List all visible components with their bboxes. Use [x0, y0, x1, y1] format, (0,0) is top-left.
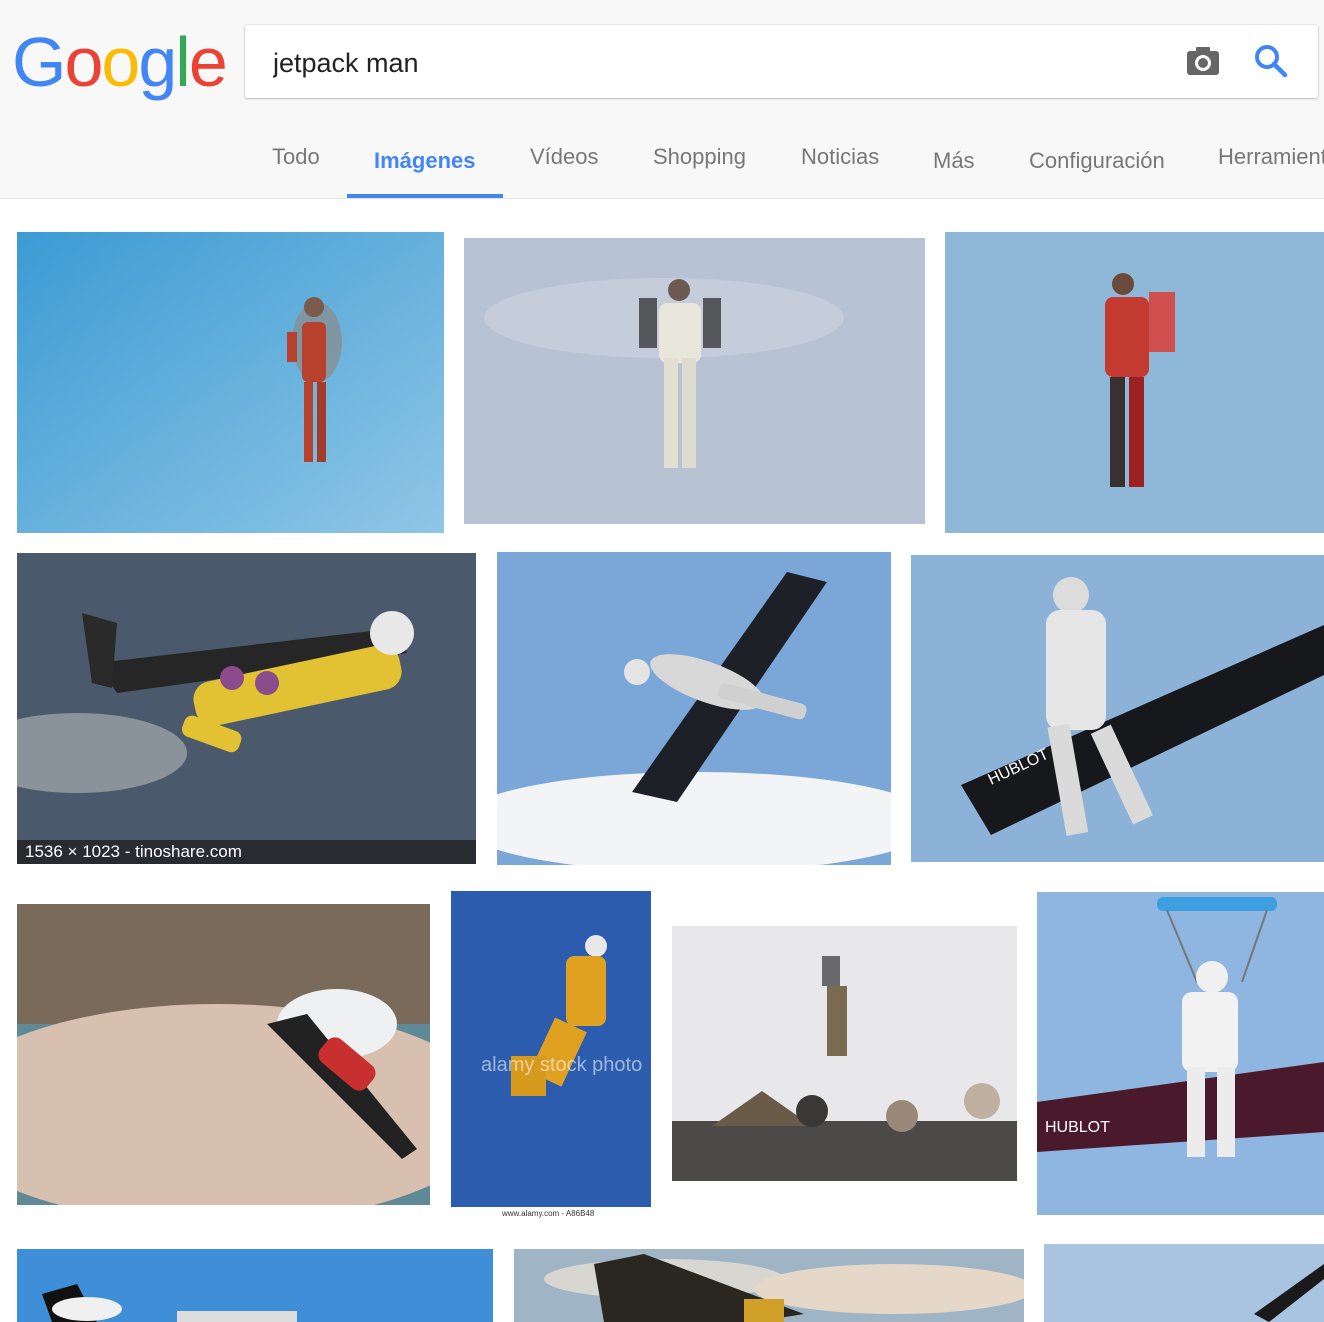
tab-shopping[interactable]: Shopping — [653, 144, 746, 170]
image-result[interactable]: HUBLOT — [1037, 892, 1324, 1215]
image-result[interactable] — [514, 1249, 1024, 1322]
tab-noticias[interactable]: Noticias — [801, 144, 879, 170]
tab-todo[interactable]: Todo — [272, 144, 320, 170]
tab-mas[interactable]: Más — [933, 148, 975, 174]
active-tab-indicator — [347, 194, 503, 198]
image-result[interactable] — [945, 232, 1324, 533]
image-result[interactable]: HUBLOT — [911, 555, 1324, 862]
camera-icon[interactable] — [1185, 43, 1221, 79]
logo-letter: g — [138, 23, 177, 101]
image-result[interactable] — [17, 904, 430, 1205]
logo-letter: o — [64, 23, 103, 101]
svg-text:HUBLOT: HUBLOT — [1045, 1119, 1110, 1136]
search-input[interactable] — [271, 43, 1155, 83]
logo-letter: e — [188, 23, 228, 101]
image-result[interactable] — [17, 1249, 493, 1322]
image-result[interactable] — [672, 926, 1017, 1181]
header: Google Todo Imágenes Vídeos Shopping Not… — [0, 0, 1324, 199]
image-source-caption: www.alamy.com - A86B48 — [502, 1209, 595, 1218]
image-result[interactable]: alamy stock photo — [451, 891, 651, 1207]
search-box — [245, 25, 1318, 98]
image-result[interactable] — [1044, 1244, 1324, 1322]
tab-imagenes[interactable]: Imágenes — [374, 148, 476, 174]
tab-herramientas[interactable]: Herramientas — [1218, 144, 1324, 170]
image-info-overlay: 1536 × 1023 - tinoshare.com — [17, 840, 476, 864]
logo-letter: G — [12, 23, 66, 101]
search-icon[interactable] — [1253, 43, 1289, 79]
logo-letter: l — [175, 23, 191, 101]
search-tabs: Todo Imágenes Vídeos Shopping Noticias M… — [0, 130, 1324, 198]
google-logo[interactable]: Google — [12, 22, 228, 102]
watermark-text: alamy stock photo — [481, 1054, 642, 1076]
image-result[interactable] — [464, 238, 925, 524]
tab-configuracion[interactable]: Configuración — [1029, 148, 1165, 174]
image-result[interactable] — [497, 552, 891, 865]
image-result[interactable] — [17, 232, 444, 533]
tab-videos[interactable]: Vídeos — [530, 144, 599, 170]
image-result[interactable]: 1536 × 1023 - tinoshare.com — [17, 553, 476, 864]
logo-letter: o — [101, 23, 140, 101]
